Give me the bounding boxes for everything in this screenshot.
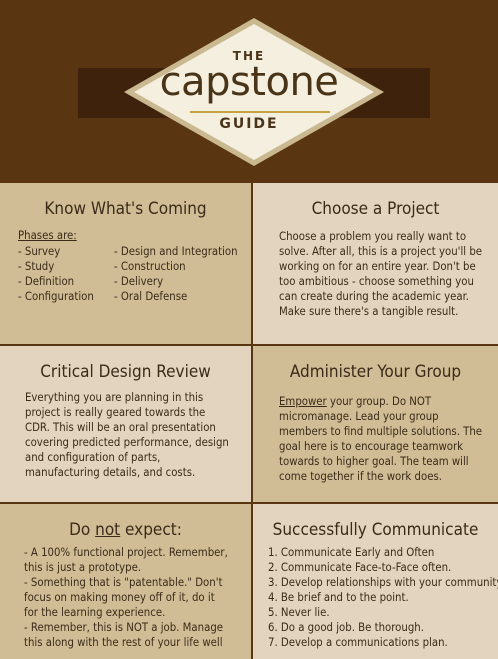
body-line: - Remember, this is NOT a job. Manage — [24, 621, 224, 634]
title-part: expect: — [120, 520, 182, 540]
body-line: come together if the work does. — [279, 470, 442, 483]
section-body: - A 100% functional project. Remember, t… — [24, 545, 228, 650]
list-item: 1. Communicate Early and Often — [268, 546, 435, 559]
section-title: Successfully Communicate — [272, 520, 479, 540]
section-know-whats-coming: Know What's Coming Phases are: - Survey … — [0, 183, 251, 344]
list-item: 6. Do a good job. Be thorough. — [268, 621, 424, 634]
body-line: towards to higher goal. The team will — [279, 455, 469, 468]
body-line: members to find multiple solutions. The — [279, 425, 483, 438]
list-item: 7. Develop a communications plan. — [268, 636, 448, 649]
body-line: covering predicted performance, design — [25, 436, 229, 449]
section-title: Know What's Coming — [44, 199, 207, 219]
phases-left-column: - Survey - Study - Definition - Configur… — [18, 244, 94, 304]
section-title: Do not expect: — [0, 520, 251, 540]
logo-guide-text: GUIDE — [219, 116, 279, 132]
section-body: Everything you are planning in this proj… — [25, 390, 229, 480]
phases-right-column: - Design and Integration - Construction … — [114, 244, 238, 304]
body-line: micromanage. Lead your group — [279, 410, 439, 423]
section-do-not-expect: Do not expect: - A 100% functional proje… — [0, 504, 251, 659]
body-line: focus on making money off of it, do it — [24, 591, 215, 604]
body-line: - A 100% functional project. Remember, — [24, 546, 228, 559]
phases-label: Phases are: — [18, 229, 77, 242]
body-line: too ambitious - choose something you — [279, 275, 474, 288]
logo-capstone-text: capstone — [159, 59, 339, 105]
body-line: this along with the rest of your life we… — [24, 636, 223, 649]
list-item: 3. Develop relationships with your commu… — [268, 576, 498, 589]
body-line: and configuration of parts, — [25, 451, 161, 464]
list-item: 5. Never lie. — [268, 606, 330, 619]
logo-accent-line — [190, 111, 330, 113]
body-line: solve. After all, this is a project you'… — [279, 245, 483, 258]
phase-item: - Configuration — [18, 290, 94, 303]
title-underlined-word: not — [95, 520, 121, 540]
phase-item: - Oral Defense — [114, 290, 188, 303]
section-title: Choose a Project — [311, 199, 440, 219]
section-body: Choose a problem you really want to solv… — [279, 229, 482, 319]
body-line: Empower your group. Do NOT — [279, 394, 482, 409]
body-line: - Something that is "patentable." Don't — [24, 576, 223, 589]
list-item: 4. Be brief and to the point. — [268, 591, 409, 604]
body-line: goal here is to encourage teamwork — [279, 440, 464, 453]
empower-word: Empower — [279, 395, 327, 408]
body-text-span: your group. Do NOT — [326, 395, 432, 408]
section-critical-design-review: Critical Design Review Everything you ar… — [0, 346, 251, 502]
body-line: Everything you are planning in this — [25, 391, 204, 404]
title-part: Do — [69, 520, 96, 540]
section-title: Administer Your Group — [289, 362, 462, 382]
body-line: Choose a problem you really want to — [279, 230, 467, 243]
body-line: this is just a prototype. — [24, 561, 142, 574]
section-title: Critical Design Review — [40, 362, 211, 382]
communicate-list: 1. Communicate Early and Often 2. Commun… — [268, 545, 498, 650]
body-line: Make sure there's a tangible result. — [279, 305, 459, 318]
body-line: project is really geared towards the — [25, 406, 206, 419]
body-line: working on for an entire year. Don't be — [279, 260, 476, 273]
header: THE capstone GUIDE — [0, 0, 498, 183]
section-body: Empower your group. Do NOT micromanage. … — [279, 394, 482, 484]
phase-item: - Survey — [18, 245, 61, 258]
body-line: CDR. This will be an oral presentation — [25, 421, 216, 434]
list-item: 2. Communicate Face-to-Face often. — [268, 561, 452, 574]
body-line: manufacturing details, and costs. — [25, 466, 196, 479]
capstone-guide-page: THE capstone GUIDE Know What's Coming Ph… — [0, 0, 498, 659]
body-line: for the learning experience. — [24, 606, 166, 619]
section-choose-a-project: Choose a Project Choose a problem you re… — [253, 183, 498, 344]
section-successfully-communicate: Successfully Communicate 1. Communicate … — [253, 504, 498, 659]
phase-item: - Construction — [114, 260, 186, 273]
body-line: can create during the academic year. — [279, 290, 470, 303]
phase-item: - Design and Integration — [114, 245, 238, 258]
phase-item: - Study — [18, 260, 55, 273]
phase-item: - Delivery — [114, 275, 164, 288]
section-administer-your-group: Administer Your Group Empower your group… — [253, 346, 498, 502]
phase-item: - Definition — [18, 275, 75, 288]
